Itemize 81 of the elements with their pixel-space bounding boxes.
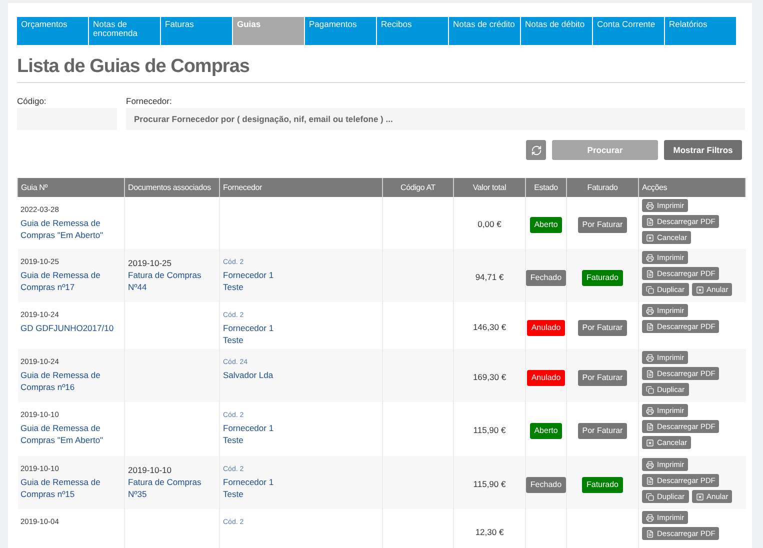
document-link[interactable]: Fatura de Compras Nº35 — [128, 476, 216, 500]
printer-icon — [646, 202, 654, 210]
total-value: 12,30 € — [475, 527, 504, 537]
column-header: Valor total — [454, 178, 526, 197]
printer-icon — [646, 514, 654, 522]
document-icon — [646, 530, 654, 538]
nav-tab[interactable]: Relatórios — [665, 17, 736, 45]
printer-icon — [646, 306, 654, 314]
status-badge: Aberto — [530, 423, 562, 439]
nav-tab[interactable]: Faturas — [161, 17, 232, 45]
total-value: 169,30 € — [472, 372, 506, 382]
guide-link[interactable]: GD GDFJUNHO2017/10 — [20, 322, 121, 334]
nav-tab[interactable]: Guias — [233, 17, 304, 45]
search-button[interactable]: Procurar — [552, 140, 658, 160]
total-value: 0,00 € — [478, 219, 502, 229]
nav-tab[interactable]: Orçamentos — [17, 17, 88, 45]
show-filters-button[interactable]: Mostrar Filtros — [664, 140, 742, 160]
document-date: 2019-10-10 — [128, 465, 172, 476]
document-link[interactable]: Fatura de Compras Nº44 — [128, 269, 216, 293]
copy-icon — [646, 492, 654, 500]
total-value: 94,71 € — [475, 272, 504, 282]
field-label: Fornecedor: — [126, 96, 173, 106]
guide-link[interactable]: Guia de Remessa de Compras nº16 — [20, 369, 121, 393]
column-header: Estado — [526, 178, 566, 197]
column-header: Documentos associados — [124, 178, 220, 197]
column-header: Acções — [638, 178, 746, 197]
printer-icon — [646, 460, 654, 468]
printer-icon — [646, 406, 654, 414]
supplier-link[interactable]: Fornecedor 1 Teste — [223, 269, 379, 293]
invoice-status-badge: Por Faturar — [578, 370, 627, 386]
document-icon — [646, 322, 654, 330]
nav-tab[interactable]: Notas de encomenda — [89, 17, 160, 45]
nav-tab[interactable]: Notas de crédito — [449, 17, 520, 45]
document-icon — [646, 422, 654, 430]
nav-tab[interactable]: Pagamentos — [305, 17, 376, 45]
total-value: 146,30 € — [472, 322, 506, 332]
copy-icon — [646, 386, 654, 394]
invoice-status-badge: Por Faturar — [578, 423, 627, 439]
invoice-status-badge: Por Faturar — [578, 217, 627, 233]
invoice-status-badge: Por Faturar — [578, 320, 627, 336]
status-badge: Anulado — [527, 320, 565, 336]
invoice-status-badge: Faturado — [582, 270, 623, 286]
close-icon — [696, 492, 704, 500]
total-value: 115,90 € — [473, 478, 506, 488]
guide-link[interactable]: Guia de Remessa de Compras "Em Aberto" — [20, 422, 121, 446]
status-badge: Fechado — [526, 476, 566, 492]
invoice-status-badge: Faturado — [582, 476, 623, 492]
nav-tab[interactable]: Conta Corrente — [593, 17, 664, 45]
status-badge: Anulado — [527, 370, 565, 386]
document-icon — [646, 218, 654, 226]
column-header: Faturado — [566, 178, 638, 197]
guide-link[interactable]: Guia de Remessa de Compras "Em Aberto" — [20, 217, 121, 241]
column-header: Código AT — [382, 178, 454, 197]
supplier-link[interactable]: Fornecedor 1 Teste — [223, 476, 379, 500]
page-title: Lista de Guias de Compras — [17, 55, 250, 79]
refresh-button[interactable] — [526, 140, 546, 160]
guide-link[interactable]: Guia de Remessa de Compras nº15 — [20, 476, 121, 500]
document-icon — [646, 270, 654, 278]
supplier-link[interactable]: Fornecedor 1 Teste — [223, 422, 379, 446]
close-icon — [646, 234, 654, 242]
status-badge: Fechado — [526, 270, 566, 286]
supplier-search-field[interactable]: Procurar Fornecedor por ( designação, nif, email ou telefone ) ... — [126, 108, 745, 130]
document-icon — [646, 476, 654, 484]
status-badge: Aberto — [530, 217, 562, 233]
column-header: Fornecedor — [220, 178, 382, 197]
supplier-link[interactable]: Fornecedor 1 Teste — [223, 322, 379, 346]
close-icon — [696, 286, 704, 294]
guide-link[interactable]: Guia de Remessa de Compras nº17 — [20, 269, 121, 293]
nav-tab[interactable]: Notas de débito — [521, 17, 592, 45]
printer-icon — [646, 354, 654, 362]
document-icon — [646, 370, 654, 378]
copy-icon — [646, 286, 654, 294]
field-label: Código: — [17, 96, 48, 106]
supplier-link[interactable]: Salvador Lda — [223, 369, 379, 381]
close-icon — [646, 438, 654, 446]
nav-tab[interactable]: Recibos — [377, 17, 448, 45]
refresh-icon — [530, 144, 542, 156]
total-value: 115,90 € — [473, 425, 506, 435]
column-header: Guia Nº — [18, 178, 124, 197]
document-date: 2019-10-25 — [128, 258, 172, 269]
printer-icon — [646, 254, 654, 262]
